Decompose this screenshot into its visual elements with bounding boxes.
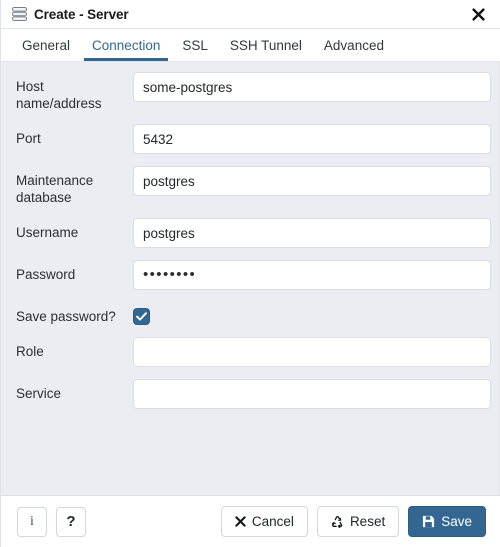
info-button[interactable]: i bbox=[17, 506, 47, 537]
role-input[interactable] bbox=[133, 337, 491, 367]
dialog-title: Create - Server bbox=[34, 6, 129, 22]
reset-button-label: Reset bbox=[349, 514, 386, 529]
help-button[interactable]: ? bbox=[56, 506, 86, 537]
reset-button[interactable]: Reset bbox=[316, 506, 400, 537]
maintenance-database-input[interactable] bbox=[133, 166, 491, 196]
save-floppy-icon bbox=[422, 515, 435, 528]
check-icon bbox=[136, 312, 147, 321]
host-label: Host name/address bbox=[16, 79, 102, 111]
field-row-save-password: Save password? bbox=[1, 302, 491, 325]
dialog-footer: i ? Cancel Reset Save bbox=[0, 495, 500, 547]
field-row-port: Port bbox=[1, 124, 491, 154]
field-row-role: Role bbox=[1, 337, 491, 367]
username-label: Username bbox=[16, 225, 79, 240]
field-row-service: Service bbox=[1, 379, 491, 409]
server-stack-icon bbox=[12, 7, 27, 21]
recycle-icon bbox=[331, 515, 344, 528]
save-password-label: Save password? bbox=[16, 309, 116, 324]
close-x-icon bbox=[235, 516, 246, 527]
create-server-dialog: Create - Server General Connection SSL S… bbox=[0, 0, 500, 547]
port-input[interactable] bbox=[133, 124, 491, 154]
cancel-button[interactable]: Cancel bbox=[220, 506, 308, 537]
port-label: Port bbox=[16, 131, 41, 146]
dialog-tabs: General Connection SSL SSH Tunnel Advanc… bbox=[0, 29, 500, 62]
connection-form: Host name/address Port Maintenance datab… bbox=[0, 62, 500, 495]
service-input[interactable] bbox=[133, 379, 491, 409]
password-label: Password bbox=[16, 267, 76, 282]
save-button[interactable]: Save bbox=[408, 506, 486, 537]
field-row-password: Password •••••••• bbox=[1, 260, 491, 290]
password-masked-value: •••••••• bbox=[143, 266, 197, 283]
host-input[interactable] bbox=[133, 72, 491, 102]
role-label: Role bbox=[16, 344, 44, 359]
tab-general[interactable]: General bbox=[11, 29, 81, 61]
field-row-username: Username bbox=[1, 218, 491, 248]
username-input[interactable] bbox=[133, 218, 491, 248]
dialog-titlebar: Create - Server bbox=[0, 0, 500, 29]
tab-ssh-tunnel[interactable]: SSH Tunnel bbox=[219, 29, 313, 61]
tab-advanced[interactable]: Advanced bbox=[313, 29, 395, 61]
password-input[interactable]: •••••••• bbox=[133, 260, 491, 290]
footer-right-group: Cancel Reset Save bbox=[220, 506, 486, 537]
close-icon[interactable] bbox=[468, 4, 488, 24]
tab-ssl[interactable]: SSL bbox=[171, 29, 219, 61]
footer-left-group: i ? bbox=[17, 506, 86, 537]
field-row-maintenance-database: Maintenance database bbox=[1, 166, 491, 206]
service-label: Service bbox=[16, 386, 62, 401]
field-row-host: Host name/address bbox=[1, 72, 491, 112]
save-password-checkbox[interactable] bbox=[133, 308, 150, 325]
tab-connection[interactable]: Connection bbox=[81, 29, 171, 61]
maintenance-database-label: Maintenance database bbox=[16, 173, 94, 205]
cancel-button-label: Cancel bbox=[251, 514, 294, 529]
save-button-label: Save bbox=[441, 514, 472, 529]
